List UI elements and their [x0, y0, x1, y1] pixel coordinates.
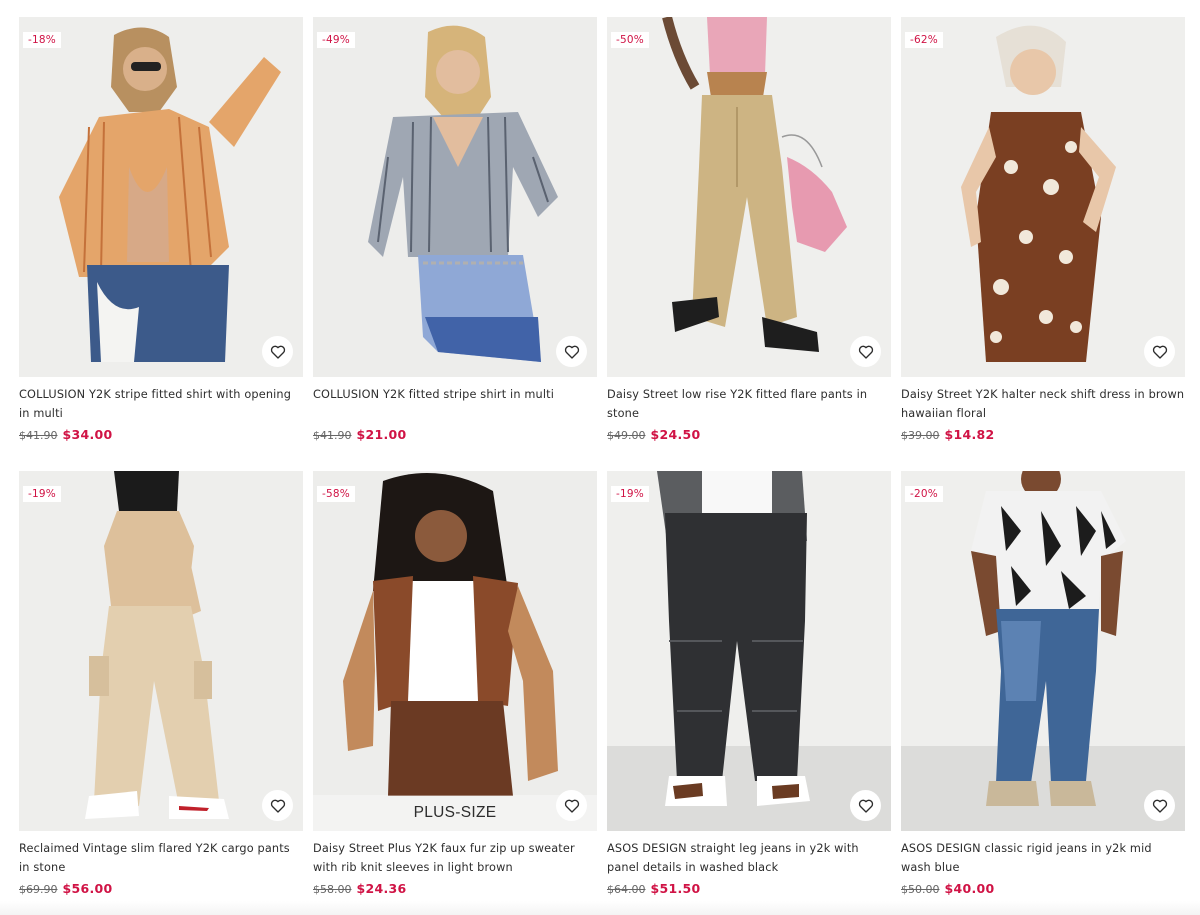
discount-badge: -19%	[611, 486, 649, 502]
sale-price: $14.82	[944, 427, 995, 442]
product-title[interactable]: ASOS DESIGN classic rigid jeans in y2k m…	[901, 839, 1185, 877]
heart-icon	[1152, 799, 1167, 813]
discount-badge: -19%	[23, 486, 61, 502]
price-row: $50.00 $40.00	[901, 881, 1185, 896]
discount-badge: -62%	[905, 32, 943, 48]
product-title[interactable]: Daisy Street Plus Y2K faux fur zip up sw…	[313, 839, 597, 877]
product-photo-cargo-pants	[19, 471, 303, 831]
sale-price: $56.00	[62, 881, 113, 896]
heart-icon	[1152, 345, 1167, 359]
product-image[interactable]: -18%	[19, 17, 303, 377]
heart-icon	[858, 345, 873, 359]
heart-icon	[270, 345, 285, 359]
sale-price: $24.36	[356, 881, 407, 896]
product-card[interactable]: -19% Reclaimed Vintage slim flared Y2K c…	[19, 471, 303, 896]
product-title[interactable]: COLLUSION Y2K stripe fitted shirt with o…	[19, 385, 303, 423]
product-image[interactable]: -49%	[313, 17, 597, 377]
product-card[interactable]: -62% Daisy Street Y2K halter neck shift …	[901, 17, 1185, 442]
product-title[interactable]: Daisy Street Y2K halter neck shift dress…	[901, 385, 1185, 423]
product-photo-flare-pants	[607, 17, 891, 377]
sale-price: $21.00	[356, 427, 407, 442]
product-image[interactable]: -50%	[607, 17, 891, 377]
save-for-later-button[interactable]	[1144, 336, 1175, 367]
discount-badge: -20%	[905, 486, 943, 502]
original-price: $64.00	[607, 883, 646, 896]
discount-badge: -18%	[23, 32, 61, 48]
sale-price: $34.00	[62, 427, 113, 442]
original-price: $41.90	[19, 429, 58, 442]
discount-badge: -49%	[317, 32, 355, 48]
original-price: $50.00	[901, 883, 940, 896]
product-photo-striped-shirt	[19, 17, 303, 377]
discount-badge: -50%	[611, 32, 649, 48]
original-price: $49.00	[607, 429, 646, 442]
discount-badge: -58%	[317, 486, 355, 502]
sale-price: $51.50	[650, 881, 701, 896]
product-image[interactable]: -20%	[901, 471, 1185, 831]
price-row: $69.90 $56.00	[19, 881, 303, 896]
product-image[interactable]: -19%	[19, 471, 303, 831]
product-card[interactable]: -58% PLUS-SIZE Daisy Street Plus Y2K fau…	[313, 471, 597, 896]
sale-price: $40.00	[944, 881, 995, 896]
heart-icon	[564, 799, 579, 813]
price-row: $41.90 $21.00	[313, 427, 597, 442]
bottom-fade	[0, 901, 1200, 915]
save-for-later-button[interactable]	[262, 336, 293, 367]
product-image[interactable]: -62%	[901, 17, 1185, 377]
product-photo-straight-jeans	[607, 471, 891, 831]
original-price: $41.90	[313, 429, 352, 442]
product-photo-rigid-jeans	[901, 471, 1185, 831]
product-title[interactable]: COLLUSION Y2K fitted stripe shirt in mul…	[313, 385, 597, 423]
price-row: $41.90 $34.00	[19, 427, 303, 442]
price-row: $64.00 $51.50	[607, 881, 891, 896]
product-title[interactable]: Daisy Street low rise Y2K fitted flare p…	[607, 385, 891, 423]
save-for-later-button[interactable]	[850, 790, 881, 821]
product-card[interactable]: -19% ASOS DESIGN straight leg jeans in y…	[607, 471, 891, 896]
heart-icon	[564, 345, 579, 359]
product-photo-faux-fur-sweater	[313, 471, 597, 831]
plus-size-label: PLUS-SIZE	[313, 795, 597, 831]
price-row: $58.00 $24.36	[313, 881, 597, 896]
product-title[interactable]: ASOS DESIGN straight leg jeans in y2k wi…	[607, 839, 891, 877]
heart-icon	[270, 799, 285, 813]
price-row: $39.00 $14.82	[901, 427, 1185, 442]
original-price: $39.00	[901, 429, 940, 442]
product-card[interactable]: -18% COLLUSION Y2K stripe fitted shirt w…	[19, 17, 303, 442]
save-for-later-button[interactable]	[556, 790, 587, 821]
product-image[interactable]: -19%	[607, 471, 891, 831]
save-for-later-button[interactable]	[1144, 790, 1175, 821]
price-row: $49.00 $24.50	[607, 427, 891, 442]
save-for-later-button[interactable]	[556, 336, 587, 367]
product-image[interactable]: -58% PLUS-SIZE	[313, 471, 597, 831]
save-for-later-button[interactable]	[850, 336, 881, 367]
product-photo-halter-dress	[901, 17, 1185, 377]
heart-icon	[858, 799, 873, 813]
save-for-later-button[interactable]	[262, 790, 293, 821]
product-title[interactable]: Reclaimed Vintage slim flared Y2K cargo …	[19, 839, 303, 877]
product-card[interactable]: -50% Daisy Street low rise Y2K fitted fl…	[607, 17, 891, 442]
product-card[interactable]: -20% ASOS DESIGN classic rigid jeans in …	[901, 471, 1185, 896]
sale-price: $24.50	[650, 427, 701, 442]
product-photo-stripe-shirt	[313, 17, 597, 377]
original-price: $69.90	[19, 883, 58, 896]
original-price: $58.00	[313, 883, 352, 896]
product-card[interactable]: -49% COLLUSION Y2K fitted stripe shirt i…	[313, 17, 597, 442]
